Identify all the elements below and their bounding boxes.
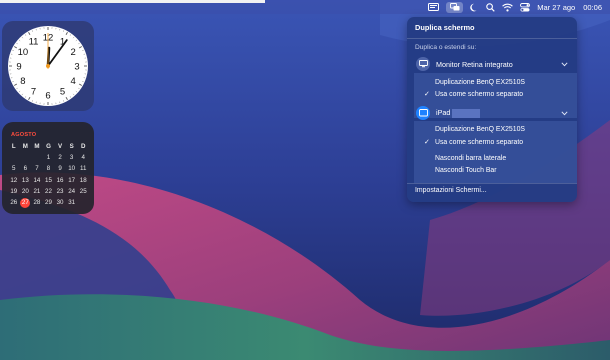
calendar-day: 8 bbox=[46, 165, 51, 173]
device-name: iPad bbox=[436, 108, 481, 118]
option-mirror[interactable]: Duplicazione BenQ EX2510S bbox=[435, 126, 525, 133]
clock-number: 11 bbox=[29, 36, 39, 47]
calendar-day: 29 bbox=[45, 198, 52, 206]
calendar-weekday: G bbox=[46, 143, 51, 150]
moon-icon[interactable] bbox=[470, 0, 479, 14]
calendar-blank bbox=[8, 152, 20, 163]
device-ipad[interactable]: iPad bbox=[413, 105, 576, 121]
option-mirror[interactable]: Duplicazione BenQ EX2510S bbox=[435, 79, 525, 86]
calendar-day: 23 bbox=[56, 187, 64, 195]
divider bbox=[407, 38, 577, 39]
menubar-app-icon[interactable] bbox=[428, 0, 440, 14]
calendar-day: 3 bbox=[69, 154, 74, 162]
calendar-day: 11 bbox=[79, 165, 87, 173]
calendar-day: 2 bbox=[58, 154, 62, 162]
calendar-day: 26 bbox=[10, 198, 18, 206]
calendar-today: 27 bbox=[20, 197, 32, 208]
wifi-icon[interactable] bbox=[502, 0, 514, 14]
clock-number: 4 bbox=[70, 76, 75, 87]
calendar-day: 17 bbox=[68, 176, 76, 184]
display-icon bbox=[416, 57, 430, 71]
chevron-down-icon[interactable] bbox=[561, 60, 568, 69]
clock-number: 7 bbox=[31, 87, 36, 98]
clock-number: 3 bbox=[74, 61, 79, 72]
calendar-blank bbox=[31, 152, 43, 163]
calendar-day: 4 bbox=[81, 154, 85, 162]
calendar-weekday: M bbox=[22, 143, 28, 150]
clock-number: 6 bbox=[45, 90, 50, 101]
menubar-date[interactable]: Mar 27 ago bbox=[537, 0, 575, 14]
calendar-weekday: S bbox=[69, 143, 74, 150]
screen-mirroring-panel: Duplica schermo Duplica o estendi su: Mo… bbox=[407, 17, 577, 202]
checkmark-icon: ✓ bbox=[424, 91, 430, 98]
search-icon[interactable] bbox=[486, 0, 495, 14]
calendar-day: 31 bbox=[68, 198, 76, 206]
device-name: Monitor Retina integrato bbox=[436, 59, 513, 69]
clock-number: 9 bbox=[16, 61, 21, 72]
chevron-down-icon[interactable] bbox=[561, 109, 568, 118]
calendar-blank bbox=[20, 152, 32, 163]
calendar-day: 13 bbox=[21, 176, 29, 184]
calendar-day: 9 bbox=[58, 165, 62, 173]
calendar-day: 12 bbox=[10, 176, 18, 184]
calendar-weekday: L bbox=[11, 143, 16, 150]
control-center-icon[interactable] bbox=[520, 0, 531, 14]
calendar-widget[interactable]: AGOSTO L M M G V S D 1 2 3 4 5 6 7 8 9 10 11 12 13 14 15 16 17 1… bbox=[2, 122, 94, 214]
calendar-day: 1 bbox=[46, 154, 51, 162]
menubar-overlay bbox=[0, 0, 265, 3]
calendar-day: 7 bbox=[35, 165, 39, 173]
calendar-day: 10 bbox=[68, 165, 76, 173]
calendar-grid: L M M G V S D 1 2 3 4 5 6 7 8 9 10 11 12 13 14 15 16 17 18 19 20 21… bbox=[8, 141, 89, 208]
display-settings-link[interactable]: Impostazioni Schermi... bbox=[415, 187, 487, 194]
device-monitor-retina[interactable]: Monitor Retina integrato bbox=[413, 56, 576, 72]
calendar-day: 18 bbox=[79, 176, 87, 184]
option-hide-sidebar[interactable]: Nascondi barra laterale bbox=[435, 155, 506, 162]
screen-mirroring-icon[interactable] bbox=[446, 1, 464, 13]
calendar-day: 6 bbox=[23, 165, 28, 173]
calendar-month: AGOSTO bbox=[11, 132, 37, 138]
calendar-weekday: M bbox=[34, 143, 40, 150]
calendar-day: 16 bbox=[56, 176, 64, 184]
calendar-day: 22 bbox=[45, 187, 52, 195]
option-separate[interactable]: Usa come schermo separato bbox=[435, 139, 523, 146]
calendar-weekday: D bbox=[80, 143, 86, 150]
menu-bar: Mar 27 ago 00:06 bbox=[0, 0, 610, 14]
device-options-group: Duplicazione BenQ EX2510S ✓ Usa come sch… bbox=[414, 121, 577, 183]
calendar-day: 21 bbox=[33, 187, 41, 195]
calendar-day: 25 bbox=[79, 187, 87, 195]
calendar-weekday: V bbox=[57, 143, 63, 150]
calendar-day: 14 bbox=[33, 176, 41, 184]
clock-number: 2 bbox=[70, 47, 75, 58]
panel-title: Duplica schermo bbox=[415, 23, 475, 32]
calendar-day: 28 bbox=[33, 198, 41, 206]
analog-clock: 12 1234567891011 bbox=[8, 26, 88, 106]
redacted-name-block bbox=[452, 108, 481, 118]
calendar-day: 30 bbox=[56, 198, 64, 206]
divider bbox=[407, 183, 577, 184]
checkmark-icon: ✓ bbox=[424, 139, 430, 146]
clock-number: 8 bbox=[20, 76, 25, 87]
calendar-day: 15 bbox=[45, 176, 52, 184]
calendar-day: 5 bbox=[12, 165, 16, 173]
option-separate[interactable]: Usa come schermo separato bbox=[435, 91, 523, 98]
menubar-time[interactable]: 00:06 bbox=[583, 0, 602, 14]
clock-number: 5 bbox=[60, 87, 65, 98]
option-hide-touchbar[interactable]: Nascondi Touch Bar bbox=[435, 167, 497, 174]
calendar-day: 24 bbox=[68, 187, 76, 195]
clock-center bbox=[46, 64, 50, 68]
calendar-day: 20 bbox=[21, 187, 29, 195]
panel-subtitle: Duplica o estendi su: bbox=[415, 44, 477, 51]
clock-number: 10 bbox=[18, 47, 29, 58]
clock-widget[interactable]: 12 1 2 3 4 5 6 7 8 9 10 11 bbox=[2, 21, 94, 111]
calendar-day: 19 bbox=[10, 187, 18, 195]
ipad-icon bbox=[416, 106, 430, 120]
